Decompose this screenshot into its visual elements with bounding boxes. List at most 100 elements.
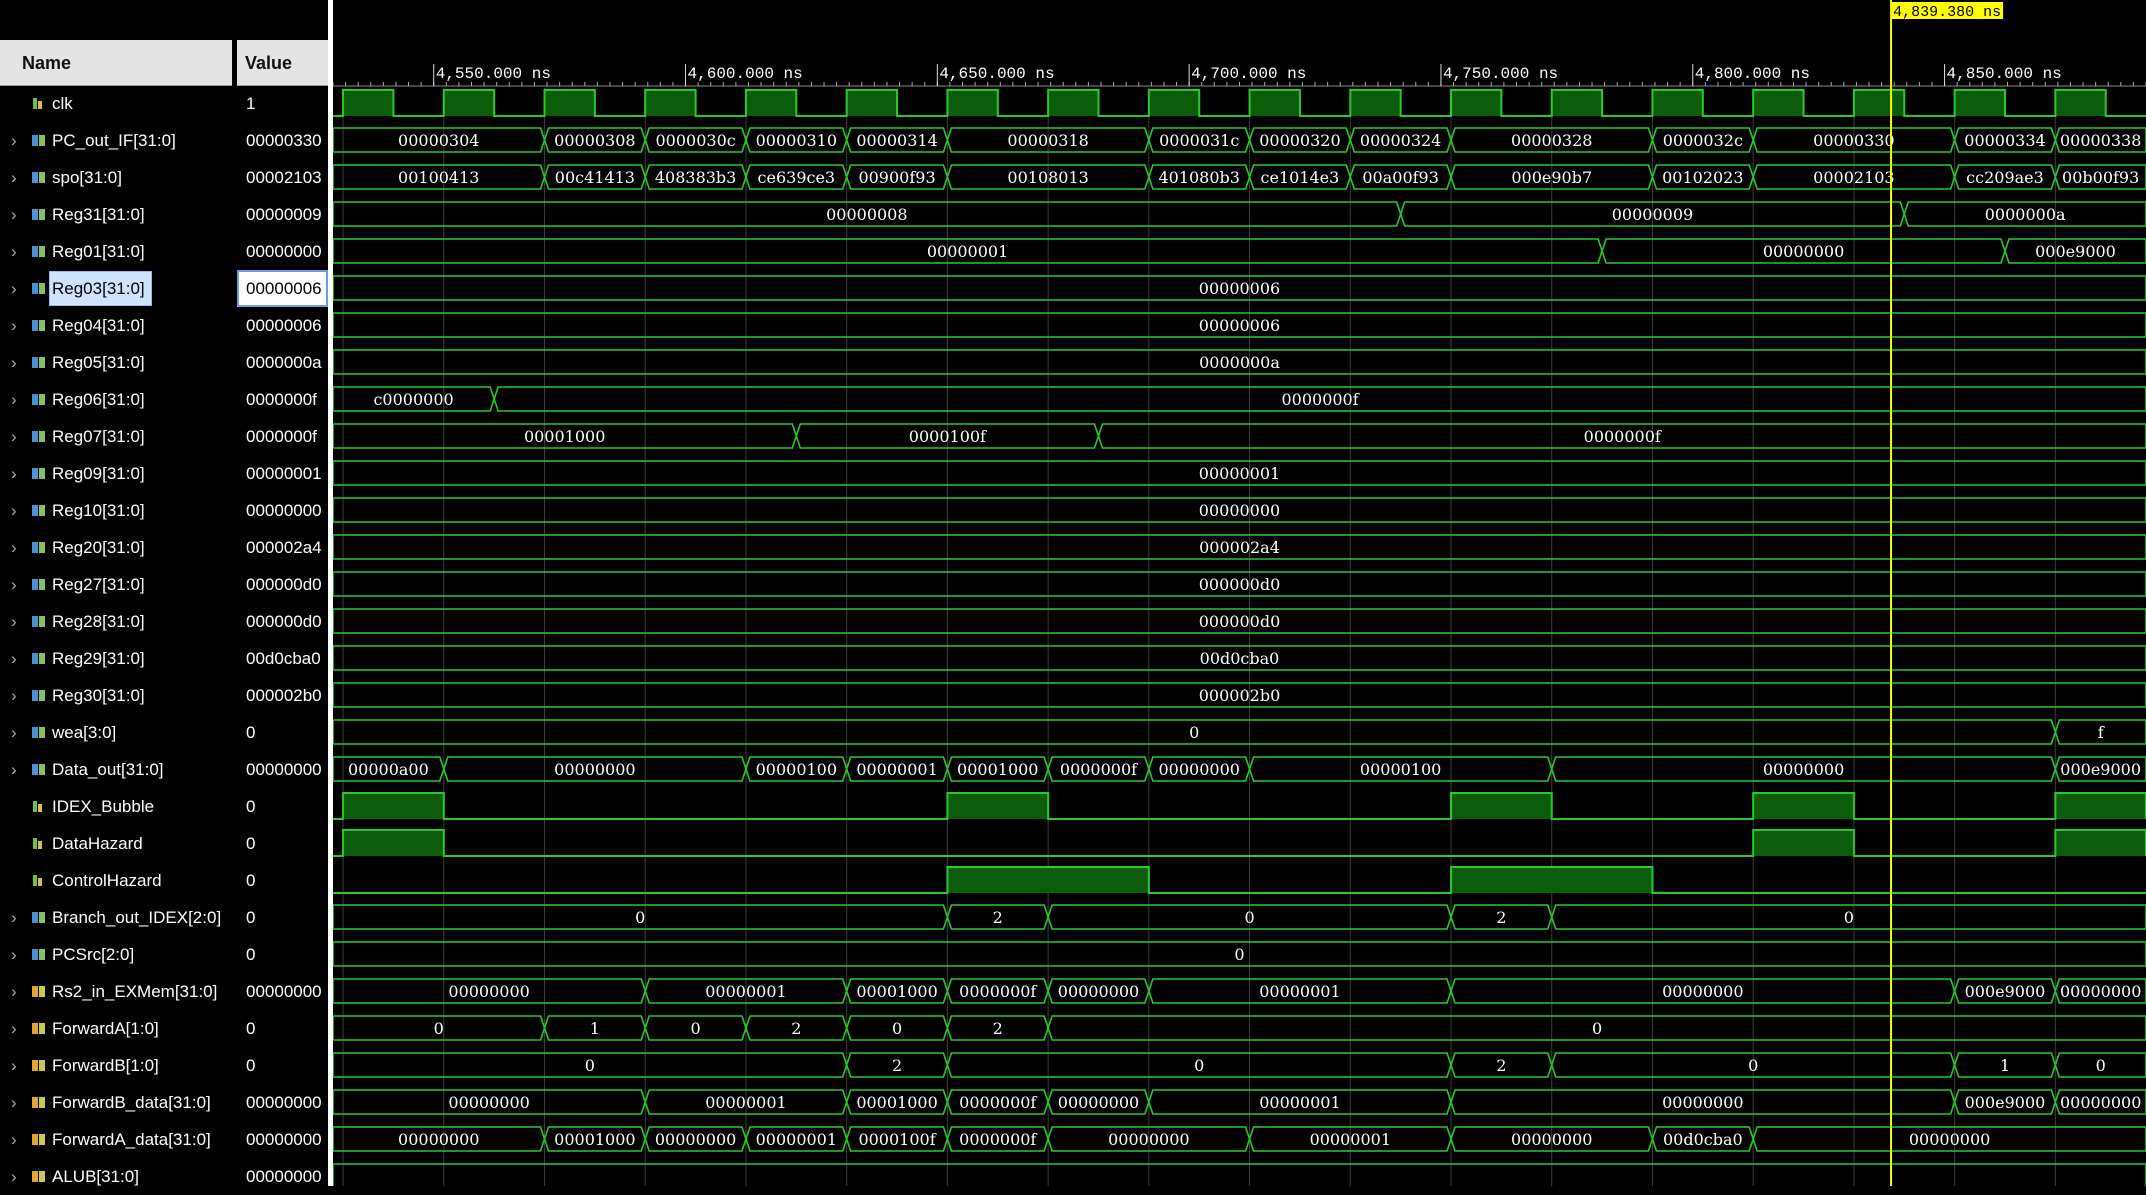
signal-name: PC_out_IF[31:0]	[52, 131, 176, 150]
expand-chevron-icon[interactable]: ›	[11, 529, 17, 566]
expand-chevron-icon[interactable]: ›	[11, 122, 17, 159]
signal-row-branch_out_idex[interactable]: › Branch_out_IDEX[2:0]	[0, 899, 232, 936]
bus-segment-value: 00102023	[1662, 168, 1743, 187]
bus-segment-value: 00900f93	[858, 168, 935, 187]
signal-row-pc_out_if[interactable]: › PC_out_IF[31:0]	[0, 122, 232, 159]
bus-segment-value: 00d0cba0	[1200, 649, 1280, 668]
bus-segment-value: 00000338	[2060, 131, 2141, 150]
expand-chevron-icon[interactable]: ›	[11, 714, 17, 751]
signal-value: 00000000	[246, 242, 322, 261]
signal-row-reg09[interactable]: › Reg09[31:0]	[0, 455, 232, 492]
expand-chevron-icon[interactable]: ›	[11, 603, 17, 640]
expand-chevron-icon[interactable]: ›	[11, 159, 17, 196]
bit-signal-icon	[33, 98, 42, 109]
bit-high-fill	[1753, 793, 1854, 819]
signal-row-reg05[interactable]: › Reg05[31:0]	[0, 344, 232, 381]
signal-row-idex_bubble[interactable]: IDEX_Bubble	[0, 788, 232, 825]
bus-segment-value: 00d0cba0	[1663, 1130, 1743, 1149]
expand-chevron-icon[interactable]: ›	[11, 936, 17, 973]
waveform-reg31: 00000008 00000009 0000000a	[333, 201, 2146, 227]
bus-segment-value: 0	[1844, 908, 1854, 927]
signal-row-data_out[interactable]: › Data_out[31:0]	[0, 751, 232, 788]
signal-value: 00000000	[246, 982, 322, 1001]
expand-chevron-icon[interactable]: ›	[11, 677, 17, 714]
signal-row-reg10[interactable]: › Reg10[31:0]	[0, 492, 232, 529]
value-column-header[interactable]: Value	[237, 40, 328, 86]
expand-chevron-icon[interactable]: ›	[11, 418, 17, 455]
signal-name: DataHazard	[52, 834, 143, 853]
signal-row-reg31[interactable]: › Reg31[31:0]	[0, 196, 232, 233]
bus-segment-value: 408383b3	[655, 168, 737, 187]
expand-chevron-icon[interactable]: ›	[11, 492, 17, 529]
bit-high-fill	[645, 90, 696, 116]
waveform-panel[interactable]: 4,550.000 ns 4,600.000 ns 4,650.000 ns 4,70…	[333, 0, 2146, 1186]
signal-row-reg06[interactable]: › Reg06[31:0]	[0, 381, 232, 418]
signal-row-alub[interactable]: › ALUB[31:0]	[0, 1158, 232, 1195]
signal-row-rs2_in_exmem[interactable]: › Rs2_in_EXMem[31:0]	[0, 973, 232, 1010]
expand-chevron-icon[interactable]: ›	[11, 455, 17, 492]
expand-chevron-icon[interactable]: ›	[11, 1121, 17, 1158]
signal-row-controlhazard[interactable]: ControlHazard	[0, 862, 232, 899]
bus-segment-value: 0000000a	[1985, 205, 2066, 224]
waveform-canvas[interactable]: 4,550.000 ns 4,600.000 ns 4,650.000 ns 4,70…	[333, 0, 2146, 1186]
bus-segment-value: 0000031c	[1159, 131, 1239, 150]
expand-chevron-icon[interactable]: ›	[11, 751, 17, 788]
signal-row-spo[interactable]: › spo[31:0]	[0, 159, 232, 196]
signal-row-clk[interactable]: clk	[0, 85, 232, 122]
bus-segment-value: 00000000	[2060, 1093, 2141, 1112]
signal-row-reg03[interactable]: › Reg03[31:0]	[0, 270, 232, 307]
signal-row-forwardb[interactable]: › ForwardB[1:0]	[0, 1047, 232, 1084]
bit-trace	[333, 792, 2146, 820]
signal-row-datahazard[interactable]: DataHazard	[0, 825, 232, 862]
bus-segment-value: 00000009	[1612, 205, 1693, 224]
signal-row-reg29[interactable]: › Reg29[31:0]	[0, 640, 232, 677]
name-column-header[interactable]: Name	[0, 40, 232, 86]
expand-chevron-icon[interactable]: ›	[11, 899, 17, 936]
signal-row-reg01[interactable]: › Reg01[31:0]	[0, 233, 232, 270]
expand-chevron-icon[interactable]: ›	[11, 566, 17, 603]
signal-row-pcsrc[interactable]: › PCSrc[2:0]	[0, 936, 232, 973]
signal-row-forwardb_data[interactable]: › ForwardB_data[31:0]	[0, 1084, 232, 1121]
signal-values-panel: Value 1 00000330 00002103 00000009 00000000 0…	[237, 0, 330, 1186]
bus-signal-icon	[32, 727, 45, 738]
expand-chevron-icon[interactable]: ›	[11, 344, 17, 381]
expand-chevron-icon[interactable]: ›	[11, 1158, 17, 1195]
signal-row-forwarda[interactable]: › ForwardA[1:0]	[0, 1010, 232, 1047]
signal-value: 0	[246, 1019, 256, 1038]
signal-row-reg07[interactable]: › Reg07[31:0]	[0, 418, 232, 455]
expand-chevron-icon[interactable]: ›	[11, 640, 17, 677]
expand-chevron-icon[interactable]: ›	[11, 973, 17, 1010]
expand-chevron-icon[interactable]: ›	[11, 196, 17, 233]
expand-chevron-icon[interactable]: ›	[11, 1010, 17, 1047]
signal-row-forwarda_data[interactable]: › ForwardA_data[31:0]	[0, 1121, 232, 1158]
signal-name: ControlHazard	[52, 871, 162, 890]
expand-chevron-icon[interactable]: ›	[11, 1047, 17, 1084]
bus-segment-value: 00000a00	[348, 760, 429, 779]
bus-segment-value: 00000006	[1199, 279, 1280, 298]
bus-segment-value: 000e9000	[1965, 982, 2046, 1001]
signal-value: 0000000f	[246, 427, 317, 446]
waveform-reg04: 00000006	[333, 312, 2146, 338]
bus-segment-value: 00000000	[398, 1130, 479, 1149]
expand-chevron-icon[interactable]: ›	[11, 381, 17, 418]
expand-chevron-icon[interactable]: ›	[11, 270, 17, 307]
bit-high-fill	[343, 830, 444, 856]
signal-row-wea[interactable]: › wea[3:0]	[0, 714, 232, 751]
signal-name: wea[3:0]	[52, 723, 117, 742]
expand-chevron-icon[interactable]: ›	[11, 307, 17, 344]
bus-segment-value: 0000000f	[1584, 427, 1662, 446]
signal-row-reg20[interactable]: › Reg20[31:0]	[0, 529, 232, 566]
timeline-tick-label: 4,750.000 ns	[1443, 65, 1558, 83]
expand-chevron-icon[interactable]: ›	[11, 1084, 17, 1121]
signal-row-reg28[interactable]: › Reg28[31:0]	[0, 603, 232, 640]
expand-chevron-icon[interactable]: ›	[11, 233, 17, 270]
signal-row-reg27[interactable]: › Reg27[31:0]	[0, 566, 232, 603]
bus-signal-icon-orange	[32, 1023, 45, 1034]
bit-high-fill	[947, 90, 998, 116]
bus-segment-value: 0	[1748, 1056, 1758, 1075]
bus-segment-value: 00000001	[1199, 464, 1280, 483]
signal-value: 0	[246, 908, 256, 927]
signal-row-reg30[interactable]: › Reg30[31:0]	[0, 677, 232, 714]
bus-segment-value: 2	[1496, 1056, 1506, 1075]
signal-row-reg04[interactable]: › Reg04[31:0]	[0, 307, 232, 344]
